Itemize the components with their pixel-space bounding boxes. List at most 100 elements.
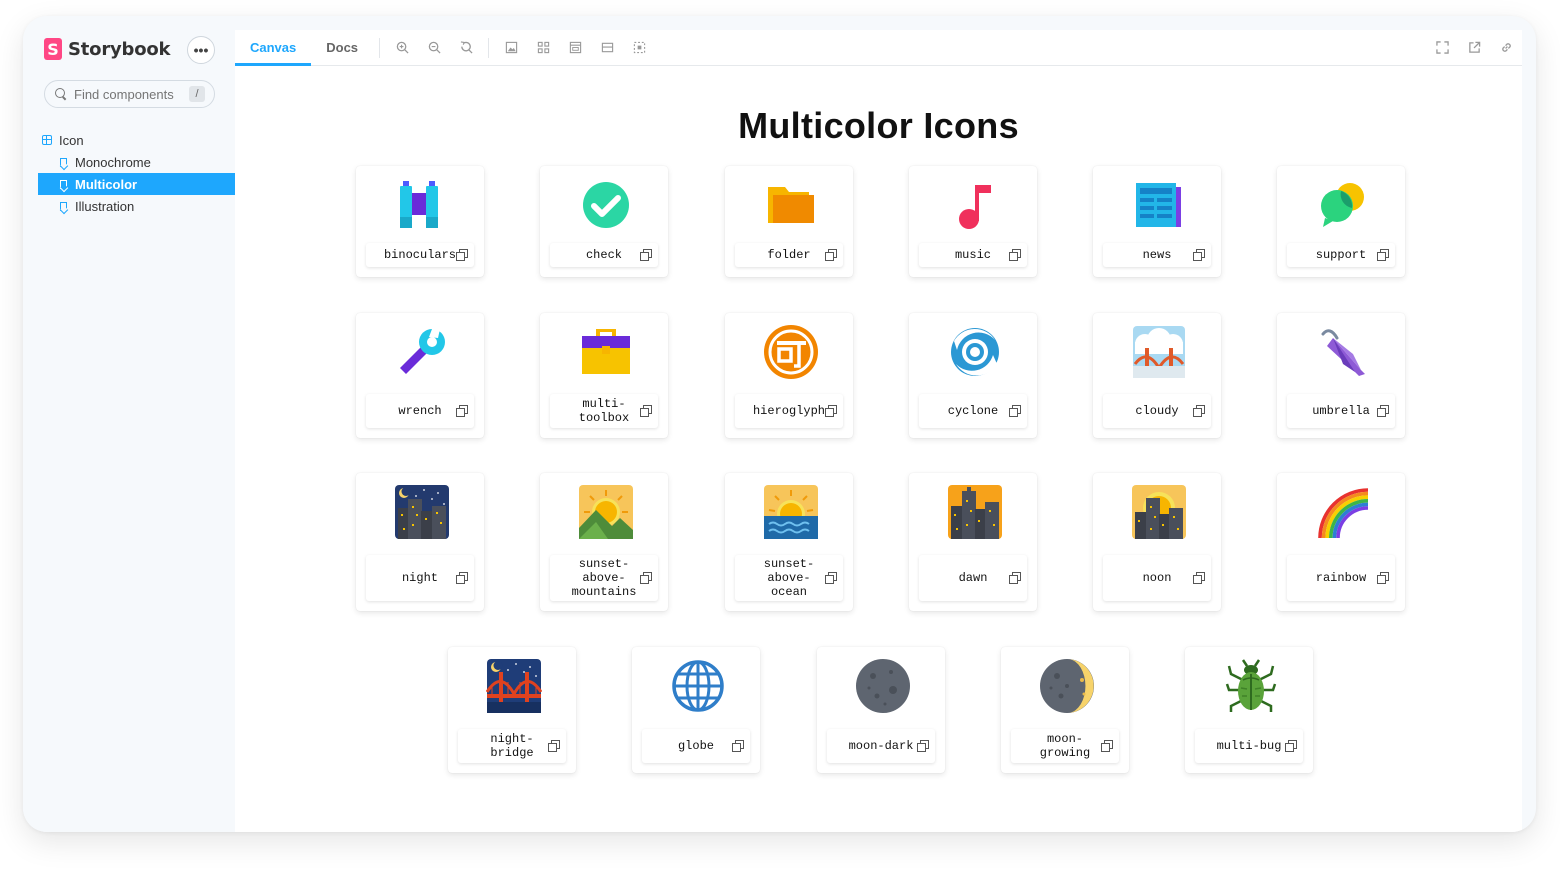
icon-name-copy-button[interactable]: news bbox=[1103, 243, 1211, 267]
multi-toolbox-icon bbox=[582, 329, 630, 374]
tree-story-multicolor[interactable]: Multicolor bbox=[38, 173, 235, 195]
grid-button[interactable] bbox=[527, 30, 559, 66]
icon-name-label: multi-toolbox bbox=[578, 397, 630, 425]
tab-canvas[interactable]: Canvas bbox=[235, 30, 312, 66]
icon-name-label: moon-growing bbox=[1039, 732, 1091, 760]
icon-name-label: rainbow bbox=[1315, 571, 1367, 585]
icon-card-multi-bug: multi-bug bbox=[1185, 647, 1313, 773]
icon-name-copy-button[interactable]: check bbox=[550, 243, 658, 267]
icon-name-label: globe bbox=[677, 739, 714, 753]
icon-name-copy-button[interactable]: moon-dark bbox=[827, 729, 935, 763]
icon-card-support: support bbox=[1277, 166, 1405, 277]
search-input[interactable] bbox=[74, 86, 186, 102]
icon-name-label: hieroglyph bbox=[752, 404, 825, 418]
icon-name-copy-button[interactable]: noon bbox=[1103, 555, 1211, 601]
component-icon bbox=[42, 135, 52, 145]
icon-name-copy-button[interactable]: folder bbox=[735, 243, 843, 267]
icon-name-copy-button[interactable]: night-bridge bbox=[458, 729, 566, 763]
icon-name-copy-button[interactable]: music bbox=[919, 243, 1027, 267]
tree-story-label: Monochrome bbox=[75, 154, 151, 170]
copy-icon bbox=[825, 572, 837, 584]
icon-name-copy-button[interactable]: umbrella bbox=[1287, 394, 1395, 428]
outline-icon bbox=[633, 41, 645, 54]
bookmark-icon bbox=[60, 201, 67, 211]
support-icon bbox=[1321, 183, 1364, 227]
icon-name-copy-button[interactable]: cloudy bbox=[1103, 394, 1211, 428]
icon-name-copy-button[interactable]: wrench bbox=[366, 394, 474, 428]
copy-icon bbox=[1285, 740, 1297, 752]
story-canvas: Multicolor Icons binoculars check folder mu… bbox=[235, 67, 1522, 832]
icon-name-copy-button[interactable]: cyclone bbox=[919, 394, 1027, 428]
icon-name-copy-button[interactable]: multi-toolbox bbox=[550, 394, 658, 428]
copy-icon bbox=[1377, 249, 1389, 261]
icon-name-copy-button[interactable]: globe bbox=[642, 729, 750, 763]
icon-name-copy-button[interactable]: sunset-above-ocean bbox=[735, 555, 843, 601]
toolbar-divider bbox=[488, 37, 490, 58]
tree-group-icon[interactable]: Icon bbox=[38, 129, 235, 151]
icon-name-copy-button[interactable]: multi-bug bbox=[1195, 729, 1303, 763]
icon-name-copy-button[interactable]: night bbox=[366, 555, 474, 601]
icon-name-label: check bbox=[585, 248, 622, 262]
tree-story-label: Illustration bbox=[75, 198, 135, 214]
icon-name-copy-button[interactable]: sunset-above-mountains bbox=[550, 555, 658, 601]
icon-card-cloudy: cloudy bbox=[1093, 313, 1221, 438]
copy-icon bbox=[548, 740, 560, 752]
brand[interactable]: S Storybook bbox=[44, 38, 171, 60]
tree-story-label: Multicolor bbox=[75, 176, 138, 192]
measure-button[interactable] bbox=[591, 30, 623, 66]
zoom-reset-button[interactable] bbox=[450, 30, 482, 66]
copy-icon bbox=[640, 405, 652, 417]
night-bridge-icon bbox=[486, 659, 542, 713]
zoom-reset-icon bbox=[460, 41, 473, 54]
icon-name-copy-button[interactable]: dawn bbox=[919, 555, 1027, 601]
copy-icon bbox=[1009, 405, 1021, 417]
copy-icon bbox=[640, 572, 652, 584]
preview-panel: Canvas Docs Multicolor Icons binoculars c… bbox=[235, 30, 1522, 832]
icon-name-copy-button[interactable]: hieroglyph bbox=[735, 394, 843, 428]
icon-card-night-bridge: night-bridge bbox=[448, 647, 576, 773]
search-box[interactable]: / bbox=[44, 80, 215, 108]
moon-dark-icon bbox=[856, 659, 910, 713]
icon-name-label: dawn bbox=[958, 571, 988, 585]
rainbow-icon bbox=[1318, 488, 1369, 539]
tree-story-illustration[interactable]: Illustration bbox=[38, 195, 235, 217]
copy-link-button[interactable] bbox=[1490, 30, 1522, 66]
copy-icon bbox=[1009, 249, 1021, 261]
outline-button[interactable] bbox=[623, 30, 655, 66]
icon-card-multi-toolbox: multi-toolbox bbox=[540, 313, 668, 438]
viewport-button[interactable] bbox=[559, 30, 591, 66]
icon-card-dawn: dawn bbox=[909, 473, 1037, 611]
icon-name-copy-button[interactable]: support bbox=[1287, 243, 1395, 267]
bookmark-icon bbox=[60, 179, 67, 189]
copy-icon bbox=[917, 740, 929, 752]
background-button[interactable] bbox=[495, 30, 527, 66]
copy-icon bbox=[1193, 405, 1205, 417]
icon-name-copy-button[interactable]: rainbow bbox=[1287, 555, 1395, 601]
photo-icon bbox=[505, 41, 517, 54]
icon-card-check: check bbox=[540, 166, 668, 277]
copy-icon bbox=[456, 405, 468, 417]
icon-name-copy-button[interactable]: binoculars bbox=[366, 243, 474, 267]
icon-name-label: binoculars bbox=[383, 248, 456, 262]
zoom-in-button[interactable] bbox=[386, 30, 418, 66]
icon-name-label: multi-bug bbox=[1216, 739, 1282, 753]
copy-icon bbox=[1101, 740, 1113, 752]
icon-card-music: music bbox=[909, 166, 1037, 277]
tab-docs[interactable]: Docs bbox=[311, 30, 373, 66]
icon-name-copy-button[interactable]: moon-growing bbox=[1011, 729, 1119, 763]
more-menu-button[interactable]: ••• bbox=[187, 36, 215, 64]
night-icon bbox=[395, 485, 449, 539]
binoculars-icon bbox=[400, 181, 438, 228]
icon-name-label: wrench bbox=[398, 404, 442, 418]
zoom-out-button[interactable] bbox=[418, 30, 450, 66]
tree-story-monochrome[interactable]: Monochrome bbox=[38, 151, 235, 173]
copy-icon bbox=[456, 572, 468, 584]
folder-icon bbox=[768, 187, 814, 223]
cloudy-icon bbox=[1133, 326, 1185, 378]
umbrella-icon bbox=[1321, 329, 1365, 376]
copy-icon bbox=[1193, 249, 1205, 261]
open-new-tab-button[interactable] bbox=[1458, 30, 1490, 66]
brand-name: Storybook bbox=[68, 38, 171, 60]
fullscreen-button[interactable] bbox=[1426, 30, 1458, 66]
icon-card-night: night bbox=[356, 473, 484, 611]
